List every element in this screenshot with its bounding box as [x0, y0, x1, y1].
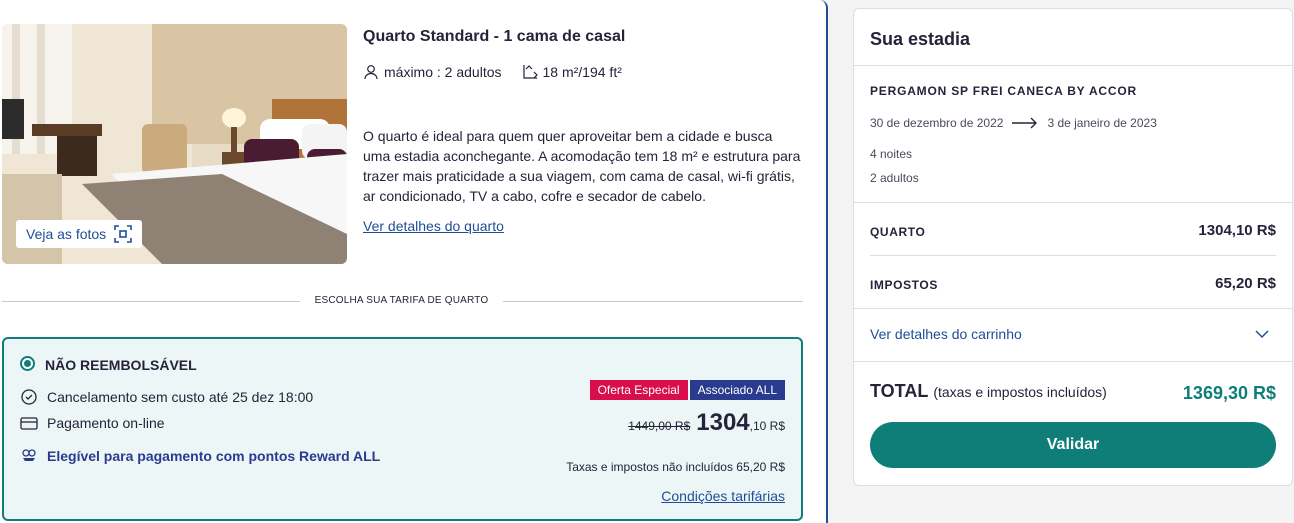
stay-summary-card: Sua estadia PERGAMON SP FREI CANECA BY A… — [853, 8, 1293, 486]
card-icon — [20, 417, 38, 430]
total-value: 1369,30 R$ — [1182, 383, 1276, 403]
summary-title: Sua estadia — [870, 29, 971, 49]
payment-row: Pagamento on-line — [20, 414, 165, 432]
room-line-value: 1304,10 R$ — [1198, 222, 1276, 239]
person-icon — [364, 65, 378, 80]
rate-divider-label: ESCOLHA SUA TARIFA DE QUARTO — [314, 295, 489, 306]
cart-details-link[interactable]: Ver detalhes do carrinho — [870, 326, 1022, 342]
total-label: TOTAL (taxas e impostos incluídos) — [870, 381, 1107, 402]
room-title: Quarto Standard - 1 cama de casal — [363, 28, 626, 45]
price-cents: ,10 R$ — [749, 419, 785, 433]
expand-photos-icon — [114, 225, 132, 243]
cancellation-row: Cancelamento sem custo até 25 dez 18:00 — [20, 388, 313, 406]
price-main: 1304 — [696, 409, 750, 436]
guests-count: 2 adultos — [870, 171, 919, 185]
total-title: TOTAL — [870, 381, 929, 401]
room-capacity: máximo : 2 adultos — [384, 64, 502, 80]
tax-note: Taxas e impostos não incluídos 65,20 R$ — [566, 460, 785, 474]
reward-icon — [22, 449, 36, 461]
room-details-link[interactable]: Ver detalhes do quarto — [363, 218, 504, 234]
rate-price: 1449,00 R$ 1304 ,10 R$ — [628, 409, 785, 437]
total-subtitle: (taxas e impostos incluídos) — [933, 384, 1107, 400]
nights-count: 4 noites — [870, 147, 913, 161]
clock-icon — [21, 389, 37, 405]
line-divider — [870, 255, 1276, 256]
cancellation-text: Cancelamento sem custo até 25 dez 18:00 — [47, 389, 314, 405]
room-meta: máximo : 2 adultos 18 m²/194 ft² — [363, 64, 622, 80]
payment-text: Pagamento on-line — [47, 415, 165, 431]
tax-line-value: 65,20 R$ — [1215, 275, 1276, 292]
stay-dates: 30 de dezembro de 2022 3 de janeiro de 2… — [870, 116, 1157, 130]
checkout-date: 3 de janeiro de 2023 — [1047, 116, 1157, 130]
checkin-date: 30 de dezembro de 2022 — [870, 116, 1004, 130]
summary-divider — [854, 202, 1292, 203]
rate-title: NÃO REEMBOLSÁVEL — [45, 357, 197, 373]
old-price: 1449,00 R$ — [628, 419, 691, 433]
room-line-label: QUARTO — [870, 225, 926, 239]
area-icon — [522, 65, 538, 79]
tax-line-label: IMPOSTOS — [870, 278, 938, 292]
rate-radio[interactable] — [20, 356, 35, 371]
rate-divider: ESCOLHA SUA TARIFA DE QUARTO — [2, 292, 803, 310]
room-area: 18 m²/194 ft² — [542, 64, 622, 80]
summary-divider — [854, 361, 1292, 362]
summary-divider — [854, 65, 1292, 66]
summary-divider — [854, 308, 1292, 309]
member-badge: Associado ALL — [689, 380, 785, 400]
reward-row: Elegível para pagamento com pontos Rewar… — [20, 447, 380, 465]
room-description: O quarto é ideal para quem quer aproveit… — [363, 128, 801, 204]
chevron-down-icon[interactable] — [1254, 328, 1270, 340]
validate-button[interactable]: Validar — [870, 422, 1276, 468]
see-photos-label: Veja as fotos — [26, 226, 107, 242]
room-panel: Veja as fotos Quarto Standard - 1 cama d… — [0, 0, 828, 523]
rate-badges: Oferta Especial Associado ALL — [589, 380, 785, 400]
rate-option[interactable]: NÃO REEMBOLSÁVEL Cancelamento sem custo … — [2, 337, 803, 521]
hotel-name: PERGAMON SP FREI CANECA BY ACCOR — [870, 84, 1137, 98]
see-photos-button[interactable]: Veja as fotos — [16, 220, 143, 248]
reward-text: Elegível para pagamento com pontos Rewar… — [47, 448, 381, 464]
rate-conditions-link[interactable]: Condições tarifárias — [661, 488, 785, 504]
arrow-right-icon — [1012, 117, 1038, 129]
room-photo[interactable]: Veja as fotos — [2, 24, 347, 264]
special-offer-badge: Oferta Especial — [589, 380, 688, 400]
